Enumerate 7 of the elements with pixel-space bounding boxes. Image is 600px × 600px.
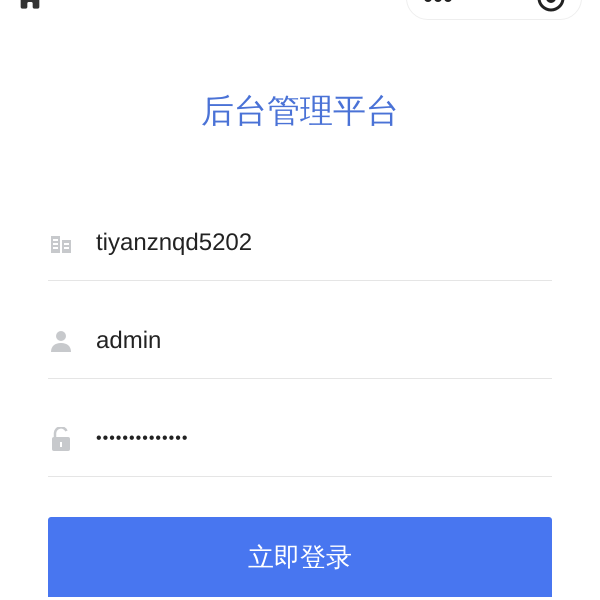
- user-icon: [50, 330, 72, 352]
- input-field[interactable]: ••••••••••••••: [96, 426, 552, 450]
- input-field[interactable]: admin: [96, 322, 552, 358]
- login-button[interactable]: 立即登录: [48, 517, 552, 597]
- input-field[interactable]: tiyanznqd5202: [96, 224, 552, 260]
- page-title: 后台管理平台: [201, 94, 399, 127]
- unlocked-padlock-icon: [51, 426, 71, 450]
